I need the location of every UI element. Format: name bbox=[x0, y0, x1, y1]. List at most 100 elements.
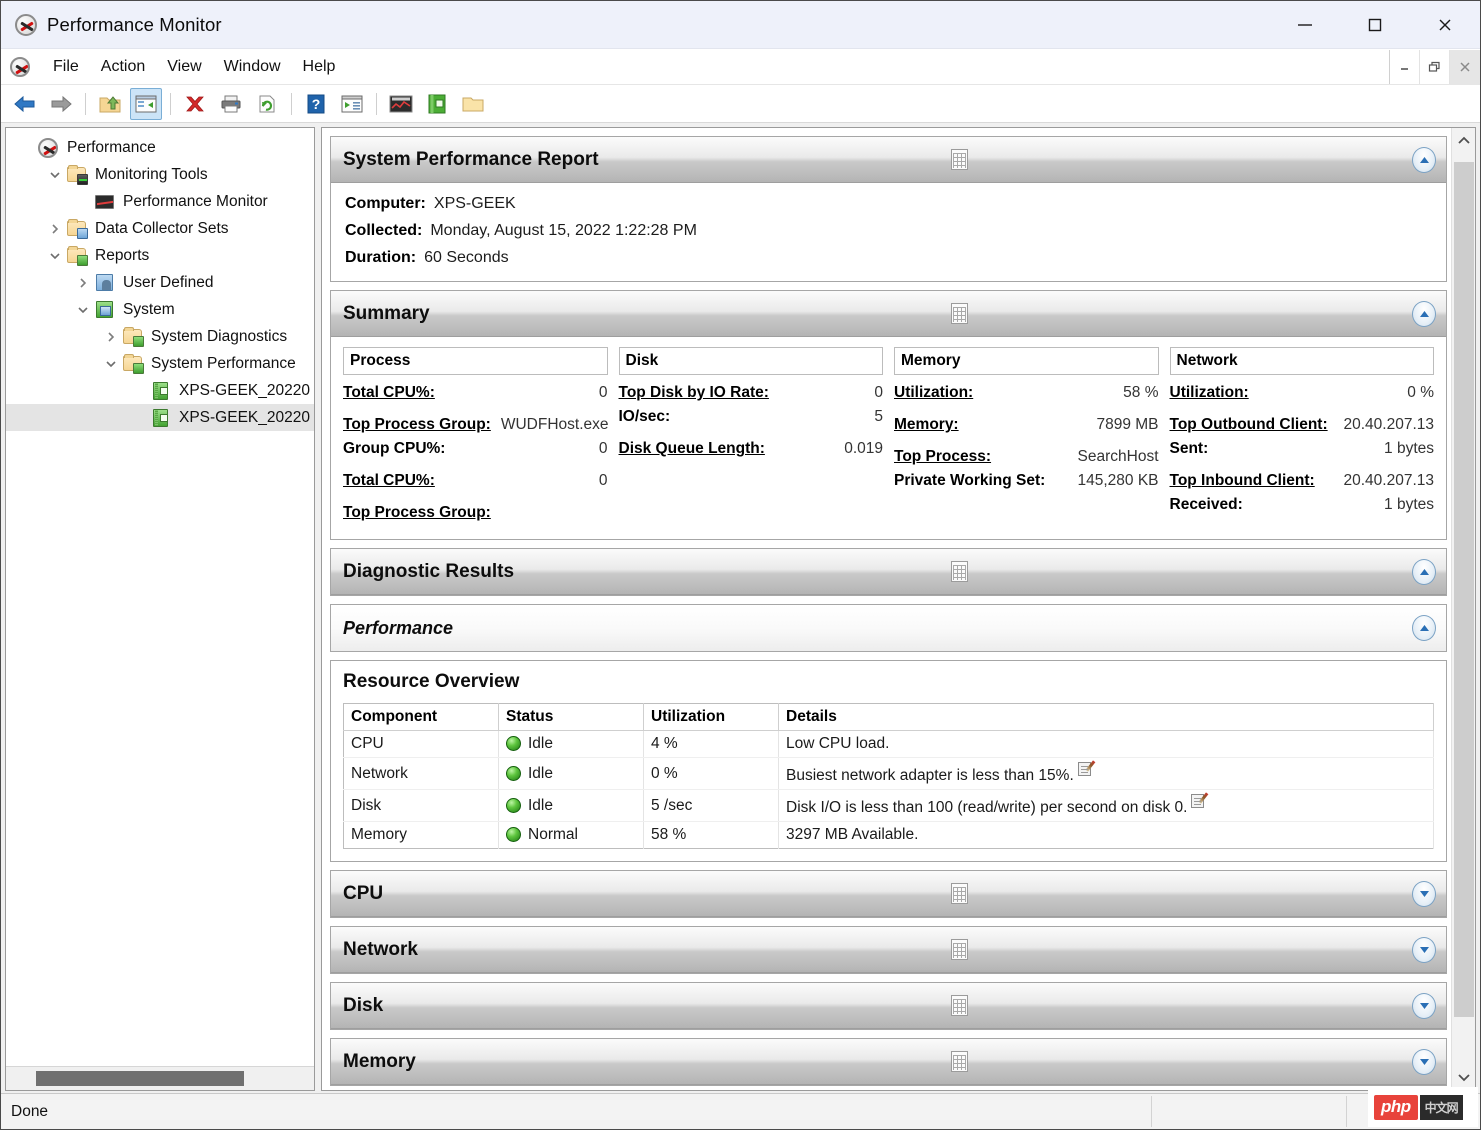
status-badge: Idle bbox=[528, 765, 553, 782]
minimize-button[interactable] bbox=[1270, 1, 1340, 49]
menu-item-action[interactable]: Action bbox=[90, 54, 156, 80]
tree-item-xps-geek-20220815[interactable]: XPS-GEEK_20220815 bbox=[6, 404, 314, 431]
print-icon[interactable] bbox=[215, 88, 247, 120]
status-badge: Idle bbox=[528, 735, 553, 752]
cell-status: Idle bbox=[499, 758, 644, 790]
summary-key: Received: bbox=[1170, 493, 1243, 517]
tree-item-system-diagnostics[interactable]: System Diagnostics bbox=[6, 323, 314, 350]
chevron-down-icon[interactable] bbox=[44, 242, 66, 269]
collapse-performance-button[interactable] bbox=[1412, 615, 1436, 641]
chevron-down-icon[interactable] bbox=[100, 350, 122, 377]
status-ok-icon bbox=[506, 736, 521, 751]
summary-value: 20.40.207.13 bbox=[1333, 413, 1434, 437]
twisty-spacer bbox=[128, 404, 150, 431]
summary-row: Top Disk by IO Rate:0 bbox=[619, 381, 884, 405]
reports-folder-icon bbox=[66, 246, 88, 266]
scrollbar-track[interactable] bbox=[1452, 154, 1476, 1064]
cell-details: 3297 MB Available. bbox=[779, 822, 1434, 849]
console-tree[interactable]: PerformanceMonitoring ToolsPerformance M… bbox=[6, 128, 314, 1066]
status-ok-icon bbox=[506, 766, 521, 781]
summary-value: 0 bbox=[589, 469, 608, 493]
menu-item-help[interactable]: Help bbox=[292, 54, 347, 80]
mdi-restore-button[interactable] bbox=[1420, 50, 1450, 84]
forward-icon[interactable] bbox=[45, 88, 77, 120]
folder-icon[interactable] bbox=[457, 88, 489, 120]
summary-value: 145,280 KB bbox=[1067, 469, 1158, 493]
chevron-right-icon[interactable] bbox=[100, 323, 122, 350]
tree-item-xps-geek-20220815[interactable]: XPS-GEEK_20220815 bbox=[6, 377, 314, 404]
properties-icon[interactable] bbox=[336, 88, 368, 120]
scrollbar-thumb[interactable] bbox=[1454, 162, 1474, 1017]
expand-disk-button[interactable] bbox=[1412, 993, 1436, 1019]
show-hide-tree-icon[interactable] bbox=[130, 88, 162, 120]
network-header-bar[interactable]: Network bbox=[331, 927, 1446, 973]
mdi-minimize-button[interactable] bbox=[1390, 50, 1420, 84]
report-pane: System Performance Report Computer: XPS-… bbox=[321, 127, 1476, 1091]
cell-details: Low CPU load. bbox=[779, 731, 1434, 758]
help-icon[interactable]: ? bbox=[300, 88, 332, 120]
summary-row: Top Outbound Client:20.40.207.13 bbox=[1170, 413, 1435, 437]
delete-icon[interactable] bbox=[179, 88, 211, 120]
performance-header-bar[interactable]: Performance bbox=[331, 605, 1446, 651]
tree-horizontal-scrollbar[interactable] bbox=[6, 1066, 314, 1090]
tree-item-performance[interactable]: Performance bbox=[6, 134, 314, 161]
performance-subsection: Performance bbox=[330, 604, 1447, 652]
collapse-summary-button[interactable] bbox=[1412, 301, 1436, 327]
menu-item-window[interactable]: Window bbox=[213, 54, 292, 80]
performance-root-icon bbox=[38, 138, 60, 158]
maximize-button[interactable] bbox=[1340, 1, 1410, 49]
expand-cpu-button[interactable] bbox=[1412, 881, 1436, 907]
tree-item-system[interactable]: System bbox=[6, 296, 314, 323]
summary-header-bar[interactable]: Summary bbox=[331, 291, 1446, 337]
chevron-down-icon[interactable] bbox=[72, 296, 94, 323]
tree-item-data-collector-sets[interactable]: Data Collector Sets bbox=[6, 215, 314, 242]
tree-item-monitoring-tools[interactable]: Monitoring Tools bbox=[6, 161, 314, 188]
network-section: Network bbox=[330, 926, 1447, 974]
column-header-component: Component bbox=[344, 704, 499, 731]
tree-hscroll-thumb[interactable] bbox=[36, 1071, 244, 1086]
chevron-right-icon[interactable] bbox=[44, 215, 66, 242]
monitor-icon[interactable] bbox=[385, 88, 417, 120]
collected-row: Collected: Monday, August 15, 2022 1:22:… bbox=[345, 222, 1432, 240]
user-defined-icon bbox=[94, 273, 116, 293]
report-header-bar[interactable]: System Performance Report bbox=[331, 137, 1446, 183]
mdi-close-button[interactable] bbox=[1450, 50, 1480, 84]
memory-header-bar[interactable]: Memory bbox=[331, 1039, 1446, 1085]
up-folder-icon[interactable] bbox=[94, 88, 126, 120]
summary-key: Top Inbound Client: bbox=[1170, 469, 1315, 493]
back-icon[interactable] bbox=[9, 88, 41, 120]
tree-item-user-defined[interactable]: User Defined bbox=[6, 269, 314, 296]
refresh-icon[interactable] bbox=[251, 88, 283, 120]
table-grid-icon bbox=[951, 561, 968, 582]
note-edit-icon[interactable] bbox=[1191, 794, 1204, 808]
note-edit-icon[interactable] bbox=[1078, 762, 1091, 776]
chevron-down-icon[interactable] bbox=[44, 161, 66, 188]
collapsed-sections: CPU Network Disk Memory bbox=[330, 870, 1447, 1086]
monitoring-tools-icon bbox=[66, 165, 88, 185]
close-button[interactable] bbox=[1410, 1, 1480, 49]
chevron-right-icon[interactable] bbox=[72, 269, 94, 296]
tree-item-system-performance[interactable]: System Performance bbox=[6, 350, 314, 377]
tree-item-label: System bbox=[123, 301, 175, 319]
diagnostic-results-header-bar[interactable]: Diagnostic Results bbox=[331, 549, 1446, 595]
php-logo: php bbox=[1374, 1095, 1418, 1120]
menu-item-view[interactable]: View bbox=[156, 54, 212, 80]
expand-network-button[interactable] bbox=[1412, 937, 1436, 963]
collapse-report-button[interactable] bbox=[1412, 147, 1436, 173]
cpu-header-bar[interactable]: CPU bbox=[331, 871, 1446, 917]
tree-item-performance-monitor[interactable]: Performance Monitor bbox=[6, 188, 314, 215]
disk-header-bar[interactable]: Disk bbox=[331, 983, 1446, 1029]
table-grid-icon bbox=[951, 939, 968, 960]
summary-key: Disk Queue Length: bbox=[619, 437, 765, 461]
summary-row: Group CPU%:0 bbox=[343, 437, 608, 461]
diagnostic-results-title: Diagnostic Results bbox=[343, 561, 514, 583]
report-vertical-scrollbar[interactable] bbox=[1451, 128, 1475, 1090]
menu-item-file[interactable]: File bbox=[42, 54, 90, 80]
collapse-diagnostic-results-button[interactable] bbox=[1412, 559, 1436, 585]
tree-item-reports[interactable]: Reports bbox=[6, 242, 314, 269]
scroll-up-icon[interactable] bbox=[1452, 128, 1476, 154]
expand-memory-button[interactable] bbox=[1412, 1049, 1436, 1075]
report-icon[interactable] bbox=[421, 88, 453, 120]
status-badge: Normal bbox=[528, 826, 578, 843]
table-header-row: Component Status Utilization Details bbox=[344, 704, 1434, 731]
